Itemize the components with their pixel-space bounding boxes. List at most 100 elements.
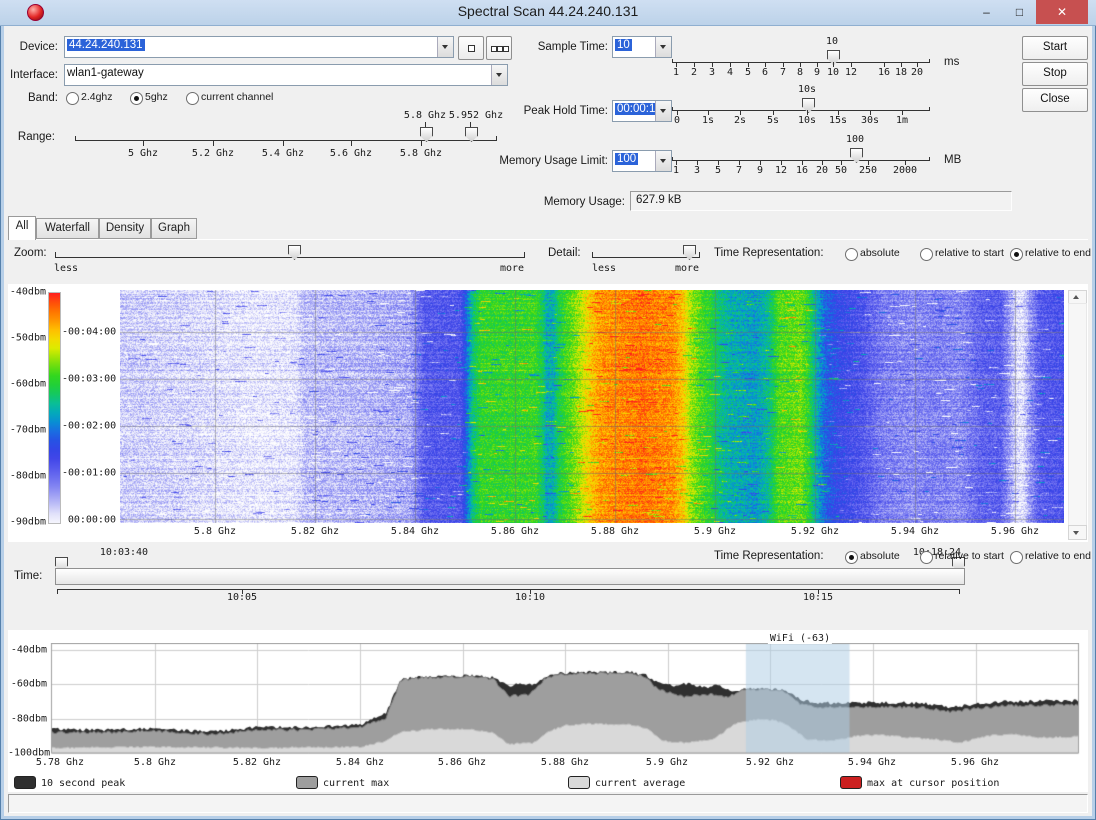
peak-hold-tick-label: 15s: [829, 115, 847, 126]
time-rep-top-radio-label: relative to end: [1025, 247, 1091, 259]
memory-limit-tick-label: 250: [859, 165, 877, 176]
stop-button[interactable]: Stop: [1022, 62, 1088, 86]
waterfall-time-label: -00:01:00: [62, 468, 116, 479]
time-rep-top-radio-label: absolute: [860, 247, 900, 259]
detail-label: Detail:: [548, 247, 581, 259]
time-start-label: 10:03:40: [100, 547, 148, 558]
spectrum-freq-label: 5.8 Ghz: [134, 757, 176, 768]
range-slider-track[interactable]: [75, 140, 497, 141]
device-label: Device:: [0, 41, 58, 53]
detail-more-label: more: [675, 263, 699, 274]
sample-time-slider-track[interactable]: [672, 62, 930, 63]
spectrum-chart[interactable]: [50, 643, 1080, 755]
device-dropdown-button[interactable]: [437, 37, 453, 57]
time-rep-top-radio-relative-to-end[interactable]: [1010, 248, 1023, 261]
range-label: Range:: [0, 131, 55, 143]
spectrum-freq-label: 5.94 Ghz: [848, 757, 896, 768]
start-button[interactable]: Start: [1022, 36, 1088, 60]
time-rep-top-radio-relative-to-start[interactable]: [920, 248, 933, 261]
wifi-annotation: WiFi (-63): [768, 633, 832, 644]
peak-hold-slider-track[interactable]: [672, 110, 930, 111]
zoom-more-label: more: [500, 263, 524, 274]
memory-limit-tick-label: 3: [694, 165, 700, 176]
spectral-scan-window: Spectral Scan 44.24.240.131 – □ ✕ Device…: [0, 0, 1096, 820]
sample-time-tick-label: 9: [814, 67, 820, 78]
waterfall-heatmap[interactable]: [120, 290, 1064, 523]
maximize-button[interactable]: □: [1003, 0, 1036, 24]
sample-time-tick-label: 20: [911, 67, 923, 78]
chevron-down-icon: [660, 109, 666, 113]
time-rep-bottom-radio-absolute[interactable]: [845, 551, 858, 564]
waterfall-freq-label: 5.9 Ghz: [694, 526, 736, 537]
time-ruler: [57, 589, 960, 590]
memory-limit-dropdown-button[interactable]: [655, 151, 671, 171]
peak-hold-dropdown-button[interactable]: [655, 101, 671, 121]
memory-limit-combo[interactable]: 100: [612, 150, 672, 172]
chevron-down-icon: [660, 159, 666, 163]
tab-waterfall[interactable]: Waterfall: [36, 218, 99, 239]
zoom-less-label: less: [54, 263, 78, 274]
time-rep-bottom-radio-relative-to-start[interactable]: [920, 551, 933, 564]
peak-hold-time-label: Peak Hold Time:: [460, 105, 608, 117]
time-rep-bottom-radio-label: absolute: [860, 550, 900, 562]
memory-limit-tick-label: 1: [673, 165, 679, 176]
scroll-down-button[interactable]: [1068, 525, 1087, 540]
waterfall-time-label: -00:02:00: [62, 421, 116, 432]
close-window-button[interactable]: ✕: [1036, 0, 1088, 24]
memory-limit-tick-label: 20: [816, 165, 828, 176]
scroll-up-icon: [1073, 295, 1079, 299]
device-combo[interactable]: 44.24.240.131: [64, 36, 454, 58]
band-radio-5ghz[interactable]: [130, 92, 143, 105]
waterfall-scrollbar[interactable]: [1068, 303, 1087, 527]
time-ruler-label: 10:05: [227, 592, 257, 603]
sample-time-tick-label: 1: [673, 67, 679, 78]
time-representation-bottom-label: Time Representation:: [714, 550, 824, 562]
tick-mark: [75, 136, 76, 140]
memory-limit-slider-track[interactable]: [672, 160, 930, 161]
tab-density[interactable]: Density: [99, 218, 151, 239]
sample-time-tick-label: 7: [780, 67, 786, 78]
tab-graph[interactable]: Graph: [151, 218, 197, 239]
memory-usage-field: 627.9 kB: [630, 191, 1012, 211]
band-radio-2.4ghz[interactable]: [66, 92, 79, 105]
range-high-stem: [470, 122, 471, 127]
tick-mark: [959, 589, 960, 594]
memory-usage-label: Memory Usage:: [460, 196, 625, 208]
zoom-slider-track[interactable]: [55, 257, 525, 258]
sample-time-dropdown-button[interactable]: [655, 37, 671, 57]
peak-hold-tick-label: 0: [674, 115, 680, 126]
legend-swatch-1: [14, 776, 36, 789]
close-button[interactable]: Close: [1022, 88, 1088, 112]
detail-slider-track[interactable]: [592, 257, 700, 258]
range-tick-label: 5.4 Ghz: [262, 148, 304, 159]
window-title: Spectral Scan 44.24.240.131: [0, 3, 1096, 19]
memory-limit-tick-label: 2000: [893, 165, 917, 176]
sample-time-tick-label: 18: [895, 67, 907, 78]
memory-limit-label: Memory Usage Limit:: [440, 155, 608, 167]
memory-limit-handle-label: 100: [846, 134, 864, 145]
sample-time-tick-label: 10: [827, 67, 839, 78]
chevron-down-icon: [660, 45, 666, 49]
time-representation-top-label: Time Representation:: [714, 247, 824, 259]
peak-hold-tick-label: 2s: [734, 115, 746, 126]
time-range-bar[interactable]: [55, 568, 965, 585]
time-rep-bottom-radio-relative-to-end[interactable]: [1010, 551, 1023, 564]
waterfall-freq-label: 5.82 Ghz: [291, 526, 339, 537]
legend-label: max at cursor position: [867, 778, 999, 789]
legend-swatch-2: [296, 776, 318, 789]
interface-combo[interactable]: wlan1-gateway: [64, 64, 508, 86]
memory-limit-tick-label: 5: [715, 165, 721, 176]
minimize-button[interactable]: –: [970, 0, 1003, 24]
tick-mark: [496, 136, 497, 140]
band-radio-current-channel[interactable]: [186, 92, 199, 105]
range-low-stem: [425, 122, 426, 127]
time-rep-top-radio-absolute[interactable]: [845, 248, 858, 261]
colorbar-tick-label: -80dbm: [8, 471, 46, 482]
tick-mark: [143, 141, 144, 146]
peak-hold-time-combo[interactable]: 00:00:10: [612, 100, 672, 122]
tab-all[interactable]: All: [8, 216, 36, 240]
band-radio-label: current channel: [201, 91, 273, 103]
interface-dropdown-button[interactable]: [491, 65, 507, 85]
title-bar[interactable]: Spectral Scan 44.24.240.131 – □ ✕: [0, 0, 1096, 26]
sample-time-combo[interactable]: 10: [612, 36, 672, 58]
